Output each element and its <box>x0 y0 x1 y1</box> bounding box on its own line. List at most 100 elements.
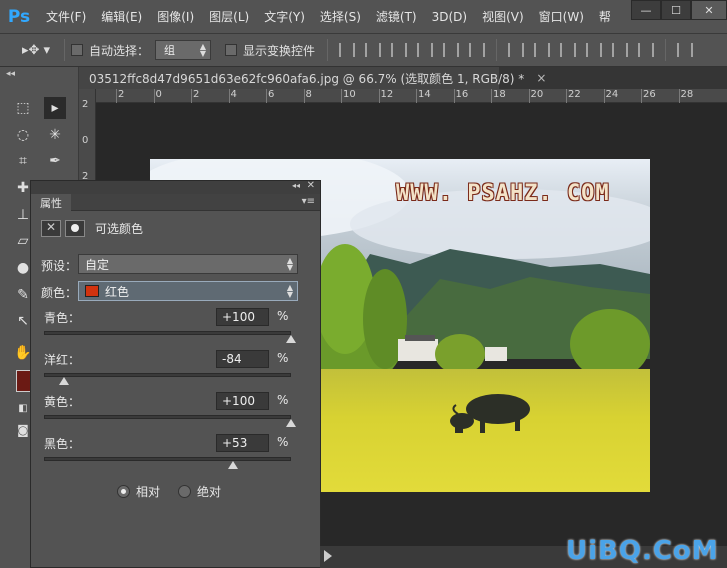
menu-help[interactable]: 帮 <box>599 8 611 25</box>
ruler-tick <box>416 89 417 103</box>
menu-bar: Ps 文件(F) 编辑(E) 图像(I) 图层(L) 文字(Y) 选择(S) 滤… <box>0 0 727 34</box>
ruler-label: 26 <box>643 89 656 100</box>
distribute-top-icon[interactable] <box>508 43 525 57</box>
ruler-label: 8 <box>305 89 312 100</box>
cyan-slider-track[interactable] <box>44 331 291 335</box>
canvas-watermark: WWW. PSAHZ. COM <box>396 181 610 206</box>
layer-mask-icon[interactable] <box>65 219 85 237</box>
distribute-bottom-icon[interactable] <box>560 43 577 57</box>
collapse-icon[interactable]: ◂◂ <box>6 69 15 79</box>
preset-label: 预设： <box>41 259 78 273</box>
distribute-left-icon[interactable] <box>586 43 603 57</box>
panel-tab-row: 属性 ▾≡ <box>31 194 320 211</box>
document-tab[interactable]: 03512ffc8d47d9651d63e62fc960afa6.jpg @ 6… <box>79 67 546 89</box>
ruler-tick <box>641 89 642 103</box>
cyan-slider-thumb[interactable] <box>286 335 296 343</box>
menu-layer[interactable]: 图层(L) <box>209 8 249 25</box>
menu-select[interactable]: 选择(S) <box>320 8 361 25</box>
menu-file[interactable]: 文件(F) <box>46 8 86 25</box>
menu-image[interactable]: 图像(I) <box>157 8 194 25</box>
scroll-right-arrow-icon[interactable] <box>324 550 332 562</box>
auto-align-icon[interactable] <box>677 43 694 57</box>
align-vcenter-icon[interactable] <box>365 43 382 57</box>
relative-label: 相对 <box>136 485 161 499</box>
minimize-button[interactable]: — <box>631 0 661 20</box>
absolute-radio[interactable] <box>178 485 192 498</box>
menu-3d[interactable]: 3D(D) <box>432 10 467 24</box>
magenta-value-input[interactable]: -84 <box>216 350 269 368</box>
close-tab-icon[interactable]: × <box>536 71 546 85</box>
eyedropper-tool-icon[interactable]: ✒ <box>44 150 66 172</box>
ruler-tick <box>566 89 567 103</box>
ruler-tick <box>191 89 192 103</box>
marquee-tool-icon[interactable]: ⬚ <box>12 97 34 119</box>
crop-tool-icon[interactable]: ⌗ <box>12 150 34 172</box>
ruler-label: 4 <box>230 89 237 100</box>
preset-dropdown[interactable]: 自定 ▲ ▼ <box>78 254 298 274</box>
document-tab-title: 03512ffc8d47d9651d63e62fc960afa6.jpg @ 6… <box>89 71 525 86</box>
black-slider-track[interactable] <box>44 457 291 461</box>
ruler-label: 24 <box>605 89 619 100</box>
mode-radio-group: 相对 绝对 <box>117 483 239 500</box>
distribute-right-icon[interactable] <box>638 43 655 57</box>
lasso-tool-icon[interactable]: ◌ <box>12 124 34 146</box>
menu-view[interactable]: 视图(V) <box>482 8 524 25</box>
align-left-icon[interactable] <box>417 43 434 57</box>
align-hcenter-icon[interactable] <box>443 43 460 57</box>
show-transform-label: 显示变换控件 <box>243 43 316 58</box>
adjustment-title: 可选颜色 <box>95 221 144 236</box>
cyan-label: 青色： <box>44 311 81 325</box>
preset-value: 自定 <box>85 257 110 272</box>
menu-type[interactable]: 文字(Y) <box>264 8 305 25</box>
panel-menu-icon[interactable]: ▾≡ <box>302 196 315 207</box>
panel-titlebar: ◂◂ ✕ <box>31 180 320 194</box>
window-controls: — ☐ ✕ <box>631 0 727 22</box>
cyan-value-input[interactable]: +100 <box>216 308 269 326</box>
yellow-slider-track[interactable] <box>44 415 291 419</box>
tab-properties[interactable]: 属性 <box>31 194 71 211</box>
divider <box>665 39 667 61</box>
auto-select-dropdown[interactable]: 组 ▲ ▼ <box>155 40 212 60</box>
colors-label: 颜色： <box>41 286 78 300</box>
magenta-slider-thumb[interactable] <box>58 377 69 385</box>
ruler-tick <box>528 89 530 103</box>
move-tool-icon[interactable]: ▸✥ ▾ <box>22 43 58 58</box>
black-value-input[interactable]: +53 <box>216 434 269 452</box>
relative-radio[interactable] <box>117 485 130 498</box>
selective-color-icon[interactable] <box>41 219 61 237</box>
updown-arrow-icon: ▲ ▼ <box>286 256 293 272</box>
auto-select-checkbox[interactable] <box>71 44 83 56</box>
ruler-label: 2 <box>193 89 200 100</box>
ruler-tick <box>678 89 680 103</box>
ruler-tick <box>303 89 305 103</box>
options-bar: ▸✥ ▾ 自动选择： 组 ▲ ▼ 显示变换控件 <box>0 34 727 67</box>
auto-select-value: 组 <box>164 44 176 57</box>
document-tabs-row: 03512ffc8d47d9651d63e62fc960afa6.jpg @ 6… <box>0 67 727 89</box>
magenta-slider-track[interactable] <box>44 373 291 377</box>
ruler-tick <box>228 89 230 103</box>
ruler-label: 10 <box>343 89 356 100</box>
yellow-label: 黄色： <box>44 395 81 409</box>
color-swatch <box>85 285 99 297</box>
show-transform-checkbox[interactable] <box>225 44 238 56</box>
ruler-label: 20 <box>530 89 544 100</box>
menu-window[interactable]: 窗口(W) <box>539 8 584 25</box>
collapse-panel-icon[interactable]: ◂◂ <box>292 181 300 190</box>
menu-edit[interactable]: 编辑(E) <box>101 8 142 25</box>
close-panel-icon[interactable]: ✕ <box>307 180 315 191</box>
align-top-icon[interactable] <box>339 43 356 57</box>
ruler-tick <box>491 89 492 103</box>
align-bottom-icon[interactable] <box>391 43 408 57</box>
colors-dropdown[interactable]: 红色 ▲ ▼ <box>78 281 298 301</box>
yellow-value-input[interactable]: +100 <box>216 392 269 410</box>
close-button[interactable]: ✕ <box>691 0 727 20</box>
black-slider-thumb[interactable] <box>227 461 238 469</box>
align-right-icon[interactable] <box>469 43 486 57</box>
move-tool-icon[interactable]: ▸ <box>44 97 66 119</box>
distribute-hcenter-icon[interactable] <box>612 43 629 57</box>
distribute-vcenter-icon[interactable] <box>534 43 551 57</box>
maximize-button[interactable]: ☐ <box>661 0 691 20</box>
menu-filter[interactable]: 滤镜(T) <box>376 8 417 25</box>
magic-wand-tool-icon[interactable]: ✳ <box>44 124 66 146</box>
yellow-slider-thumb[interactable] <box>286 419 296 427</box>
